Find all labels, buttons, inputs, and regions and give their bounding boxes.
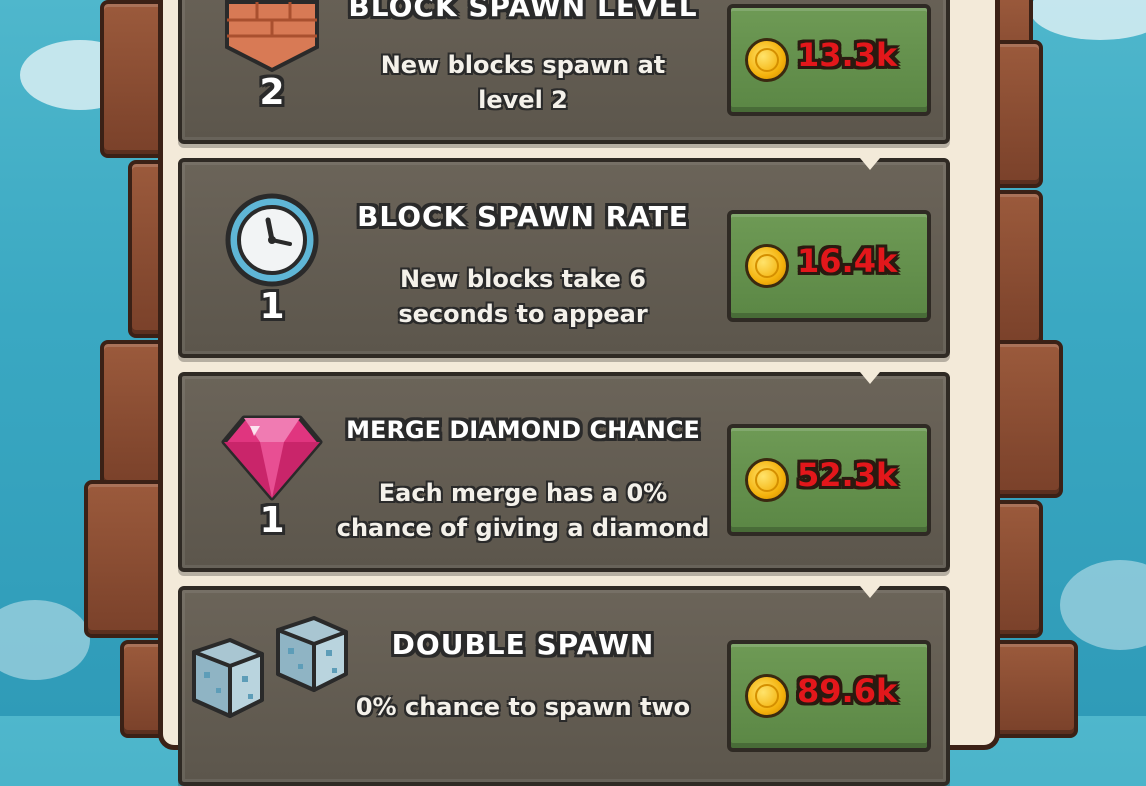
price-label: 89.6k (797, 672, 898, 710)
card-notch (860, 586, 880, 598)
upgrade-level: 2 (259, 72, 285, 113)
card-notch (860, 372, 880, 384)
upgrade-title: BLOCK SPAWN LEVEL (348, 0, 698, 23)
description-line: New blocks spawn at (380, 51, 666, 79)
upgrade-level: 1 (259, 286, 285, 327)
description-line: New blocks take 6 (400, 265, 646, 293)
cloud-decoration (0, 600, 90, 680)
diamond-icon (221, 415, 323, 501)
buy-button-merge-diamond-chance[interactable]: 52.3k (727, 424, 931, 536)
upgrade-title: MERGE DIAMOND CHANCE (346, 416, 700, 444)
cloud-decoration (1030, 0, 1146, 40)
description-line: chance of giving a diamond (336, 514, 710, 542)
upgrade-description: New blocks spawn at level 2 (313, 48, 733, 118)
price-label: 13.3k (797, 36, 898, 74)
upgrade-description: New blocks take 6 seconds to appear (313, 262, 733, 332)
wood-plank (990, 640, 1078, 738)
upgrade-level: 1 (259, 500, 285, 541)
upgrade-description: Each merge has a 0% chance of giving a d… (313, 476, 733, 546)
upgrade-title: BLOCK SPAWN RATE (357, 200, 689, 233)
card-notch (860, 158, 880, 170)
description-line: Each merge has a 0% (378, 479, 668, 507)
upgrade-description: 0% chance to spawn two (313, 690, 733, 725)
price-label: 16.4k (797, 242, 898, 280)
coin-icon (745, 244, 789, 288)
coin-icon (745, 674, 789, 718)
brick-block-icon (225, 0, 319, 72)
buy-button-double-spawn[interactable]: 89.6k (727, 640, 931, 752)
coin-icon (745, 38, 789, 82)
coin-icon (745, 458, 789, 502)
description-line: seconds to appear (398, 300, 648, 328)
buy-button-block-spawn-level[interactable]: 13.3k (727, 4, 931, 116)
cloud-decoration (1060, 560, 1146, 650)
description-line: 0% chance to spawn two (355, 693, 691, 721)
upgrade-title: DOUBLE SPAWN (391, 628, 655, 661)
clock-icon (225, 193, 319, 287)
description-line: level 2 (478, 86, 568, 114)
price-label: 52.3k (797, 456, 898, 494)
buy-button-block-spawn-rate[interactable]: 16.4k (727, 210, 931, 322)
